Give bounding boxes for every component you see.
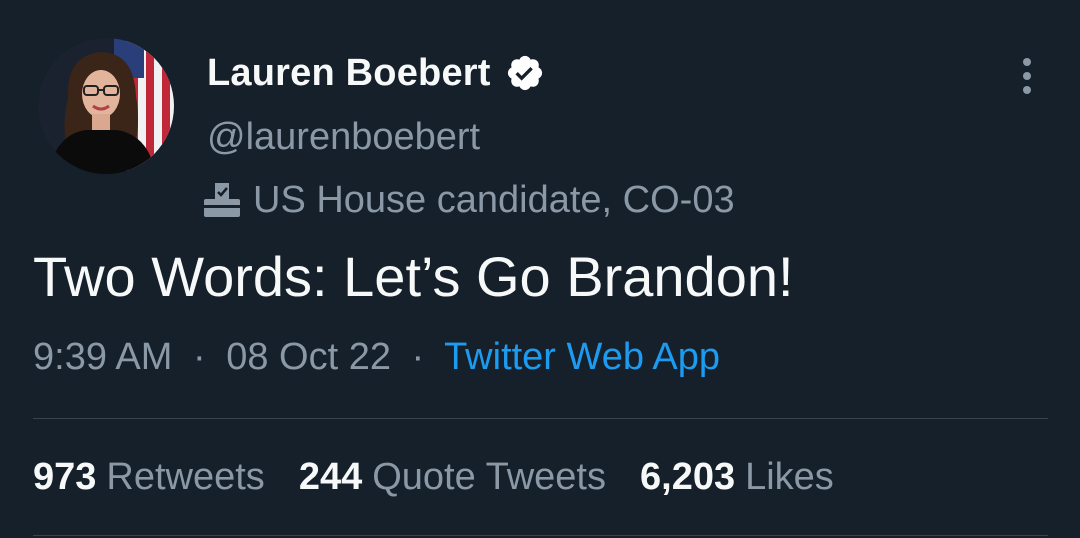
- quote-tweets-stat[interactable]: 244 Quote Tweets: [299, 456, 606, 499]
- quote-tweets-label: Quote Tweets: [372, 456, 606, 498]
- retweets-count: 973: [33, 456, 97, 498]
- tweet-stats: 973 Retweets 244 Quote Tweets 6,203 Likes: [33, 456, 868, 499]
- meta-separator: ·: [411, 336, 425, 378]
- author-display-name[interactable]: Lauren Boebert: [207, 52, 491, 95]
- verified-badge-icon: [507, 55, 542, 91]
- tweet-meta: 9:39 AM · 08 Oct 22 · Twitter Web App: [33, 336, 720, 379]
- author-avatar[interactable]: [38, 38, 174, 174]
- author-label: US House candidate, CO-03: [199, 177, 735, 223]
- quote-tweets-count: 244: [298, 456, 363, 498]
- retweets-stat[interactable]: 973 Retweets: [33, 456, 265, 499]
- more-options-icon[interactable]: [1012, 56, 1042, 96]
- likes-count: 6,203: [640, 456, 736, 498]
- tweet-time[interactable]: 9:39 AM: [33, 336, 172, 378]
- meta-separator: ·: [192, 336, 206, 378]
- divider: [33, 535, 1048, 536]
- author-name-row: Lauren Boebert: [207, 50, 545, 96]
- tweet-date[interactable]: 08 Oct 22: [226, 336, 391, 378]
- likes-stat[interactable]: 6,203 Likes: [640, 456, 834, 499]
- author-label-text: US House candidate, CO-03: [253, 178, 735, 221]
- divider: [33, 418, 1048, 419]
- author-handle[interactable]: @laurenboebert: [207, 116, 480, 159]
- tweet-text: Two Words: Let’s Go Brandon!: [33, 245, 794, 308]
- retweets-label: Retweets: [106, 456, 265, 498]
- ballot-box-icon: [204, 183, 240, 217]
- likes-label: Likes: [745, 456, 834, 498]
- tweet-source-link[interactable]: Twitter Web App: [444, 336, 720, 378]
